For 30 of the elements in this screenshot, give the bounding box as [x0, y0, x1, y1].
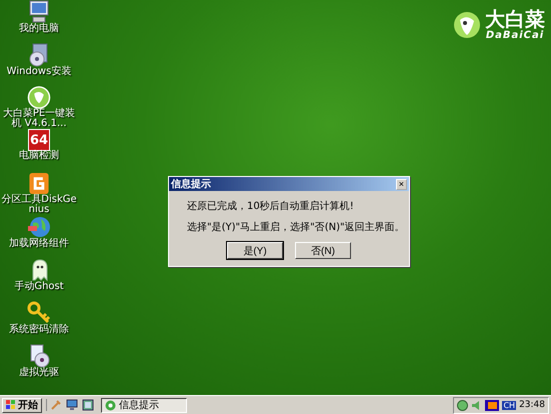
computer-icon — [27, 0, 51, 24]
clock: 23:48 — [519, 400, 545, 410]
tool-icon — [50, 399, 62, 411]
taskbar-button[interactable]: 信息提示 — [101, 398, 187, 412]
partition-icon — [27, 172, 51, 195]
dialog-title: 信息提示 — [171, 178, 211, 191]
desktop-icon-label[interactable]: 系统密码清除 — [0, 325, 78, 335]
dialog-button[interactable]: 是(Y) — [227, 242, 283, 259]
close-button[interactable]: × — [396, 178, 407, 190]
desktop-icon-label[interactable]: 分区工具DiskGenius — [0, 195, 78, 215]
desktop-icon-label[interactable]: 我的电脑 — [0, 24, 78, 34]
windows-flag-icon — [6, 400, 16, 410]
message-text: 还原已完成，10秒后自动重启计算机! — [187, 200, 355, 213]
logo-title: 大白菜 — [485, 8, 545, 30]
logo-subtitle: DaBaiCai — [486, 30, 544, 41]
display-icon — [485, 400, 500, 410]
desktop-icon-label[interactable]: 虚拟光驱 — [0, 368, 78, 378]
dialog-button[interactable]: 否(N) — [295, 242, 351, 259]
monitor-icon — [66, 399, 78, 411]
app-icon[interactable]: 64 — [28, 129, 50, 151]
desktop-icon-label[interactable]: 手动Ghost — [0, 282, 78, 292]
network-icon — [457, 400, 468, 410]
desktop-icon-label[interactable]: 加载网络组件 — [0, 239, 78, 249]
desktop-icon-label[interactable]: 大白菜PE一键装机 V4.6.1... — [0, 109, 78, 129]
desktop-icon-label[interactable]: Windows安装 — [0, 67, 78, 77]
key-icon — [27, 301, 51, 325]
message-text: 选择"是(Y)"马上重启，选择"否(N)"返回主界面。 — [187, 220, 405, 234]
window-icon — [82, 399, 94, 411]
start-button[interactable]: 开始 — [2, 398, 42, 412]
language-indicator[interactable]: CH — [502, 400, 516, 410]
